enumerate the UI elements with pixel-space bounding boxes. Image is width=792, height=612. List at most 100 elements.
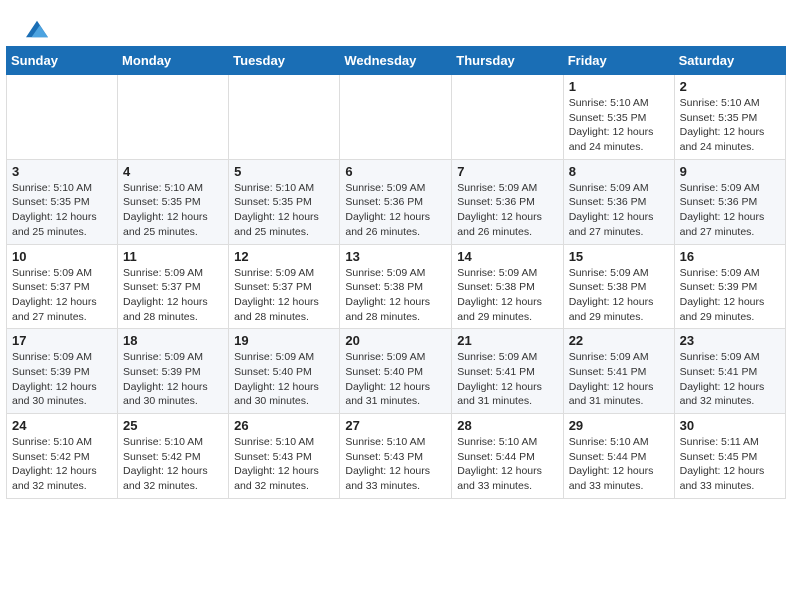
calendar-cell	[229, 75, 340, 160]
calendar-table: SundayMondayTuesdayWednesdayThursdayFrid…	[6, 46, 786, 499]
cell-day-number: 17	[12, 333, 112, 348]
calendar-cell: 30 Sunrise: 5:11 AM Sunset: 5:45 PM Dayli…	[674, 414, 785, 499]
calendar-cell: 25Sunrise: 5:10 AM Sunset: 5:42 PM Dayli…	[118, 414, 229, 499]
cell-info-text: Sunrise: 5:09 AM Sunset: 5:41 PM Dayligh…	[457, 350, 557, 409]
cell-day-number: 23	[680, 333, 780, 348]
calendar-header-row: SundayMondayTuesdayWednesdayThursdayFrid…	[7, 47, 786, 75]
cell-info-text: Sunrise: 5:09 AM Sunset: 5:41 PM Dayligh…	[569, 350, 669, 409]
calendar-cell: 1 Sunrise: 5:10 AM Sunset: 5:35 PM Daylig…	[563, 75, 674, 160]
cell-info-text: Sunrise: 5:10 AM Sunset: 5:35 PM Dayligh…	[234, 181, 334, 240]
calendar-cell: 4 Sunrise: 5:10 AM Sunset: 5:35 PM Daylig…	[118, 159, 229, 244]
calendar-cell: 9 Sunrise: 5:09 AM Sunset: 5:36 PM Daylig…	[674, 159, 785, 244]
calendar-cell: 3 Sunrise: 5:10 AM Sunset: 5:35 PM Daylig…	[7, 159, 118, 244]
calendar-cell: 28 Sunrise: 5:10 AM Sunset: 5:44 PM Dayli…	[452, 414, 563, 499]
weekday-header-friday: Friday	[563, 47, 674, 75]
calendar-cell: 5 Sunrise: 5:10 AM Sunset: 5:35 PM Daylig…	[229, 159, 340, 244]
cell-day-number: 21	[457, 333, 557, 348]
calendar-cell	[340, 75, 452, 160]
cell-info-text: Sunrise: 5:11 AM Sunset: 5:45 PM Dayligh…	[680, 435, 780, 494]
cell-info-text: Sunrise: 5:09 AM Sunset: 5:39 PM Dayligh…	[12, 350, 112, 409]
calendar-week-row: 24 Sunrise: 5:10 AM Sunset: 5:42 PM Dayli…	[7, 414, 786, 499]
cell-day-number: 10	[12, 249, 112, 264]
calendar-wrapper: SundayMondayTuesdayWednesdayThursdayFrid…	[0, 46, 792, 509]
weekday-header-wednesday: Wednesday	[340, 47, 452, 75]
cell-info-text: Sunrise: 5:10 AM Sunset: 5:35 PM Dayligh…	[680, 96, 780, 155]
cell-day-number: 6	[345, 164, 446, 179]
calendar-week-row: 1 Sunrise: 5:10 AM Sunset: 5:35 PM Daylig…	[7, 75, 786, 160]
weekday-header-monday: Monday	[118, 47, 229, 75]
cell-info-text: Sunrise: 5:09 AM Sunset: 5:38 PM Dayligh…	[457, 266, 557, 325]
calendar-cell: 2 Sunrise: 5:10 AM Sunset: 5:35 PM Daylig…	[674, 75, 785, 160]
cell-info-text: Sunrise: 5:09 AM Sunset: 5:41 PM Dayligh…	[680, 350, 780, 409]
calendar-cell: 22 Sunrise: 5:09 AM Sunset: 5:41 PM Dayli…	[563, 329, 674, 414]
calendar-cell: 20Sunrise: 5:09 AM Sunset: 5:40 PM Dayli…	[340, 329, 452, 414]
calendar-cell: 10 Sunrise: 5:09 AM Sunset: 5:37 PM Dayli…	[7, 244, 118, 329]
cell-day-number: 13	[345, 249, 446, 264]
cell-day-number: 29	[569, 418, 669, 433]
logo	[24, 18, 48, 40]
cell-day-number: 11	[123, 249, 223, 264]
cell-info-text: Sunrise: 5:10 AM Sunset: 5:43 PM Dayligh…	[345, 435, 446, 494]
cell-day-number: 7	[457, 164, 557, 179]
calendar-cell: 15 Sunrise: 5:09 AM Sunset: 5:38 PM Dayli…	[563, 244, 674, 329]
calendar-cell: 12 Sunrise: 5:09 AM Sunset: 5:37 PM Dayli…	[229, 244, 340, 329]
cell-day-number: 15	[569, 249, 669, 264]
cell-info-text: Sunrise: 5:09 AM Sunset: 5:36 PM Dayligh…	[457, 181, 557, 240]
cell-info-text: Sunrise: 5:09 AM Sunset: 5:39 PM Dayligh…	[123, 350, 223, 409]
cell-info-text: Sunrise: 5:09 AM Sunset: 5:36 PM Dayligh…	[680, 181, 780, 240]
cell-day-number: 22	[569, 333, 669, 348]
cell-info-text: Sunrise: 5:10 AM Sunset: 5:35 PM Dayligh…	[123, 181, 223, 240]
cell-day-number: 20	[345, 333, 446, 348]
calendar-cell: 11 Sunrise: 5:09 AM Sunset: 5:37 PM Dayli…	[118, 244, 229, 329]
calendar-cell: 7 Sunrise: 5:09 AM Sunset: 5:36 PM Daylig…	[452, 159, 563, 244]
cell-day-number: 24	[12, 418, 112, 433]
weekday-header-tuesday: Tuesday	[229, 47, 340, 75]
cell-day-number: 27	[345, 418, 446, 433]
cell-info-text: Sunrise: 5:10 AM Sunset: 5:35 PM Dayligh…	[12, 181, 112, 240]
cell-info-text: Sunrise: 5:10 AM Sunset: 5:42 PM Dayligh…	[123, 435, 223, 494]
calendar-cell	[118, 75, 229, 160]
cell-day-number: 3	[12, 164, 112, 179]
calendar-cell: 23 Sunrise: 5:09 AM Sunset: 5:41 PM Dayli…	[674, 329, 785, 414]
calendar-cell: 21 Sunrise: 5:09 AM Sunset: 5:41 PM Dayli…	[452, 329, 563, 414]
cell-info-text: Sunrise: 5:10 AM Sunset: 5:43 PM Dayligh…	[234, 435, 334, 494]
cell-info-text: Sunrise: 5:09 AM Sunset: 5:40 PM Dayligh…	[234, 350, 334, 409]
calendar-week-row: 3 Sunrise: 5:10 AM Sunset: 5:35 PM Daylig…	[7, 159, 786, 244]
calendar-cell: 17 Sunrise: 5:09 AM Sunset: 5:39 PM Dayli…	[7, 329, 118, 414]
calendar-cell: 19 Sunrise: 5:09 AM Sunset: 5:40 PM Dayli…	[229, 329, 340, 414]
cell-info-text: Sunrise: 5:09 AM Sunset: 5:39 PM Dayligh…	[680, 266, 780, 325]
cell-day-number: 26	[234, 418, 334, 433]
cell-info-text: Sunrise: 5:09 AM Sunset: 5:37 PM Dayligh…	[12, 266, 112, 325]
cell-day-number: 2	[680, 79, 780, 94]
weekday-header-sunday: Sunday	[7, 47, 118, 75]
cell-day-number: 9	[680, 164, 780, 179]
cell-day-number: 30	[680, 418, 780, 433]
cell-day-number: 16	[680, 249, 780, 264]
cell-info-text: Sunrise: 5:10 AM Sunset: 5:35 PM Dayligh…	[569, 96, 669, 155]
cell-day-number: 28	[457, 418, 557, 433]
page-header	[0, 0, 792, 46]
calendar-cell	[7, 75, 118, 160]
calendar-cell: 29 Sunrise: 5:10 AM Sunset: 5:44 PM Dayli…	[563, 414, 674, 499]
cell-info-text: Sunrise: 5:10 AM Sunset: 5:44 PM Dayligh…	[457, 435, 557, 494]
cell-info-text: Sunrise: 5:09 AM Sunset: 5:37 PM Dayligh…	[234, 266, 334, 325]
cell-info-text: Sunrise: 5:10 AM Sunset: 5:42 PM Dayligh…	[12, 435, 112, 494]
cell-day-number: 18	[123, 333, 223, 348]
cell-info-text: Sunrise: 5:09 AM Sunset: 5:37 PM Dayligh…	[123, 266, 223, 325]
logo-icon	[26, 18, 48, 40]
cell-day-number: 5	[234, 164, 334, 179]
cell-day-number: 14	[457, 249, 557, 264]
cell-info-text: Sunrise: 5:09 AM Sunset: 5:36 PM Dayligh…	[345, 181, 446, 240]
cell-day-number: 1	[569, 79, 669, 94]
cell-day-number: 19	[234, 333, 334, 348]
cell-day-number: 12	[234, 249, 334, 264]
calendar-week-row: 10 Sunrise: 5:09 AM Sunset: 5:37 PM Dayli…	[7, 244, 786, 329]
cell-info-text: Sunrise: 5:09 AM Sunset: 5:38 PM Dayligh…	[569, 266, 669, 325]
calendar-cell: 8Sunrise: 5:09 AM Sunset: 5:36 PM Daylig…	[563, 159, 674, 244]
cell-day-number: 4	[123, 164, 223, 179]
calendar-cell: 6 Sunrise: 5:09 AM Sunset: 5:36 PM Daylig…	[340, 159, 452, 244]
cell-info-text: Sunrise: 5:09 AM Sunset: 5:36 PM Dayligh…	[569, 181, 669, 240]
cell-info-text: Sunrise: 5:10 AM Sunset: 5:44 PM Dayligh…	[569, 435, 669, 494]
calendar-cell: 18 Sunrise: 5:09 AM Sunset: 5:39 PM Dayli…	[118, 329, 229, 414]
weekday-header-thursday: Thursday	[452, 47, 563, 75]
